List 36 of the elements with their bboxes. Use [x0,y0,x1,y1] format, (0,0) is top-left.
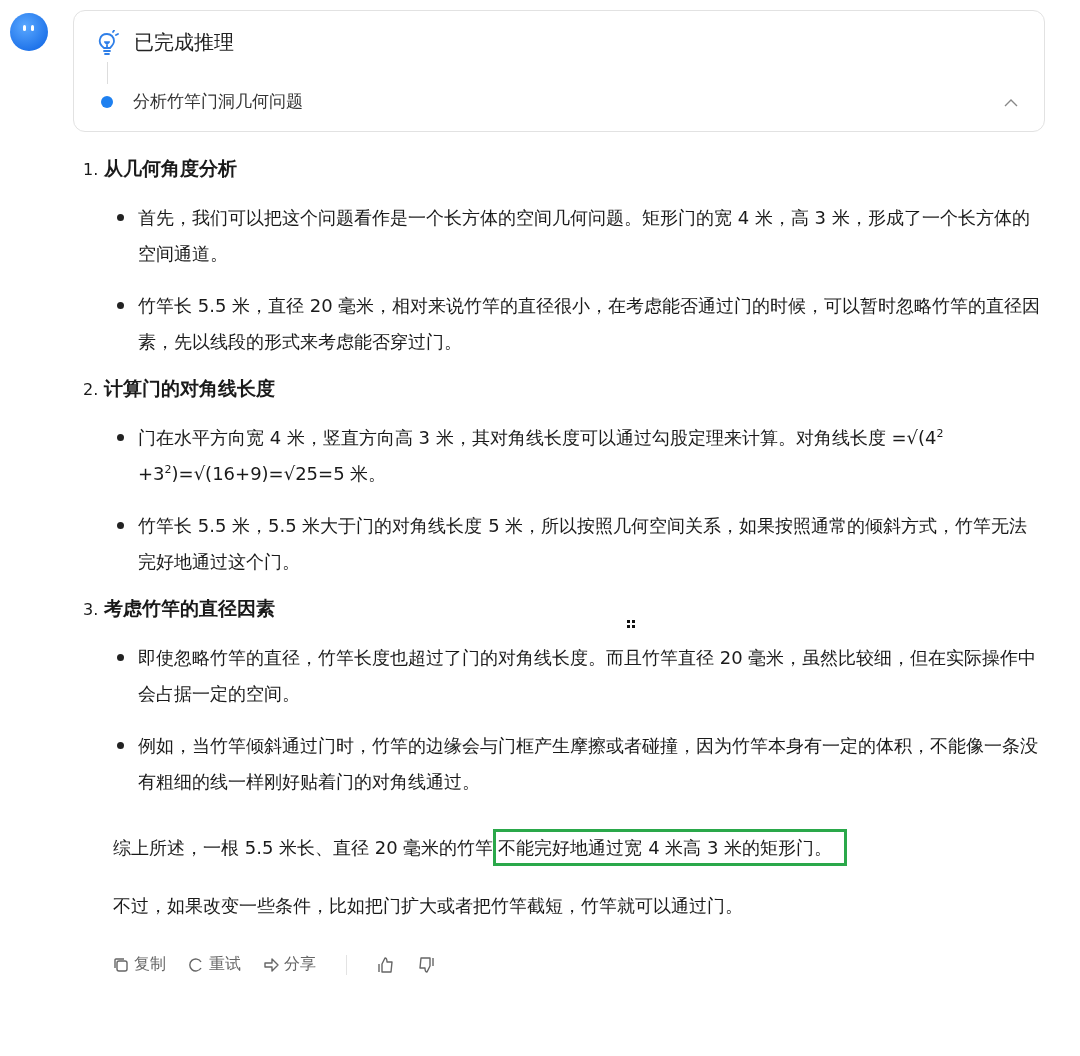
retry-button[interactable]: 重试 [188,954,241,975]
refresh-icon [188,956,204,973]
copy-icon [113,956,129,973]
step-dot-icon [101,95,113,108]
section-heading: 计算门的对角线长度 [104,376,276,401]
section-number: 2. [83,380,99,399]
bullet-text: 即使忽略竹竿的直径，竹竿长度也超过了门的对角线长度。而且竹竿直径 20 毫米，虽然比较细，但在实际操作中会占据一定的空间。 [138,646,1038,706]
reasoning-step: 分析竹竿门洞几何问题 [133,90,303,113]
bullet-icon [117,742,124,749]
lightbulb-icon [96,29,120,56]
collapse-chevron-icon[interactable] [1004,99,1018,107]
bullet-icon [117,522,124,529]
bullet-text: 首先，我们可以把这个问题看作是一个长方体的空间几何问题。矩形门的宽 4 米，高 3 米，形成了一个长方体的空间通道。 [138,206,1031,266]
bullet-text: 门在水平方向宽 4 米，竖直方向高 3 米，其对角线长度可以通过勾股定理来计算。对角线长度 =√(4$^{2}$ +3$^{2}$)=√(16+9)=√25=5 米。 [138,426,945,486]
bullet-icon [117,434,124,441]
bullet-icon [117,654,124,661]
bullet-text: 例如，当竹竿倾斜通过门时，竹竿的边缘会与门框产生摩擦或者碰撞，因为竹竿本身有一定的体积，不能像一条没有粗细的线一样刚好贴着门的对角线通过。 [138,734,1039,794]
bullet-text: 竹竿长 5.5 米，直径 20 毫米，相对来说竹竿的直径很小，在考虑能否通过门的时候，可以暂时忽略竹竿的直径因素，先以线段的形式来考虑能否穿过门。 [138,294,1042,354]
thumbs-up-icon[interactable] [377,955,395,974]
section-number: 3. [83,600,99,619]
thumbs-down-icon[interactable] [417,955,435,974]
highlighted-text: 不能完好地通过宽 4 米高 3 米的矩形门。 [493,829,848,866]
bullet-icon [117,214,124,221]
closing-text: 不过，如果改变一些条件，比如把门扩大或者把竹竿截短，竹竿就可以通过门。 [113,894,744,918]
section-heading: 考虑竹竿的直径因素 [104,596,276,621]
section-heading: 从几何角度分析 [104,156,238,181]
copy-button[interactable]: 复制 [113,954,166,975]
share-button[interactable]: 分享 [263,954,316,975]
arrow-icon [263,956,279,973]
move-cursor-icon [627,620,635,628]
assistant-avatar [9,12,49,52]
bullet-icon [117,302,124,309]
reasoning-title: 已完成推理 [134,29,234,56]
bullet-text: 竹竿长 5.5 米，5.5 米大于门的对角线长度 5 米，所以按照几何空间关系，如果按照通常的倾斜方式，竹竿无法完好地通过这个门。 [138,514,1029,574]
section-number: 1. [83,160,99,179]
conclusion-text: 综上所述，一根 5.5 米长、直径 20 毫米的竹竿 [113,837,494,858]
